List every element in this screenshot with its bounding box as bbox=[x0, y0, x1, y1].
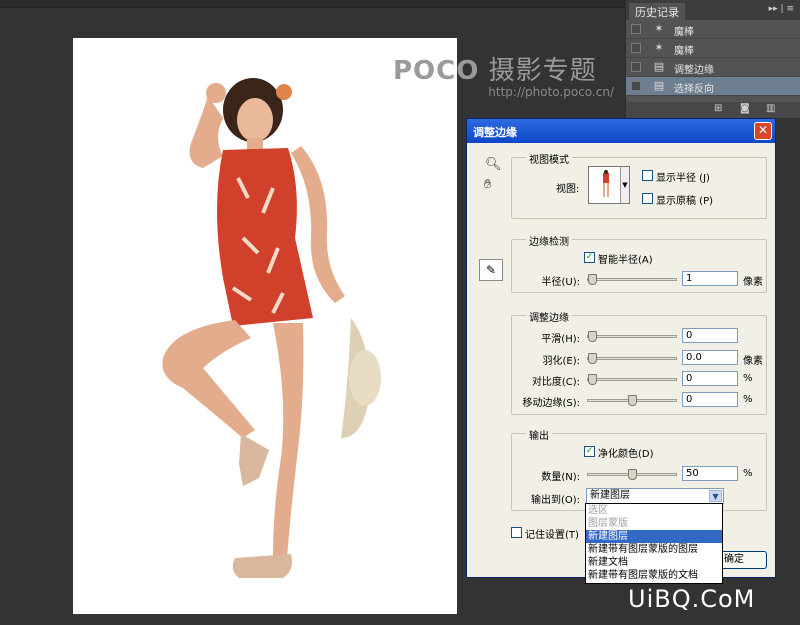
contrast-label: 对比度(C): bbox=[531, 377, 580, 388]
dialog-titlebar[interactable]: 调整边缘 ✕ bbox=[467, 119, 775, 143]
amount-label: 数量(N): bbox=[541, 472, 580, 483]
view-mode-group: 视图模式 视图: ▼ 显示半径 (J) 显示原稿 (P) bbox=[511, 151, 767, 219]
site-logo: UiBQ.CoM bbox=[628, 585, 756, 613]
shift-edge-unit: % bbox=[743, 394, 753, 405]
document-icon: ▤ bbox=[653, 60, 665, 73]
snapshot-checkbox[interactable] bbox=[631, 24, 641, 34]
snapshot-checkbox[interactable] bbox=[631, 81, 641, 91]
zoom-icon[interactable]: 🔍︎ bbox=[485, 157, 502, 172]
dialog-title: 调整边缘 bbox=[473, 126, 517, 139]
contrast-slider[interactable] bbox=[587, 374, 677, 386]
view-mode-title: 视图模式 bbox=[526, 151, 572, 166]
output-to-value: 新建图层 bbox=[590, 490, 630, 501]
close-icon[interactable]: ✕ bbox=[754, 122, 772, 140]
history-item[interactable]: ✶ 魔棒 bbox=[626, 39, 800, 58]
remember-settings-label: 记住设置(T) bbox=[525, 530, 579, 541]
document-icon: ▤ bbox=[653, 79, 665, 92]
show-original-label: 显示原稿 (P) bbox=[656, 196, 714, 207]
slider-thumb[interactable] bbox=[588, 374, 597, 385]
decontaminate-label: 净化颜色(D) bbox=[598, 449, 654, 460]
adjust-edge-group: 调整边缘 平滑(H): 0 羽化(E): 0.0 像素 对比度(C): 0 % … bbox=[511, 309, 767, 415]
view-label: 视图: bbox=[556, 184, 580, 195]
amount-slider[interactable] bbox=[587, 469, 677, 481]
show-original-checkbox[interactable] bbox=[642, 193, 653, 204]
amount-input[interactable]: 50 bbox=[682, 466, 738, 481]
option-new-layer[interactable]: 新建图层 bbox=[586, 530, 722, 543]
photo-woman-red-dress bbox=[162, 78, 381, 578]
slider-thumb[interactable] bbox=[588, 274, 597, 285]
slider-thumb[interactable] bbox=[588, 353, 597, 364]
history-panel: 历史记录 ▸▸ | ≡ ✶ 魔棒 ✶ 魔棒 ▤ 调整边缘 ▤ 选择反向 ⊞ ◙ … bbox=[625, 0, 800, 118]
show-radius-checkbox[interactable] bbox=[642, 170, 653, 181]
shift-edge-label: 移动边缘(S): bbox=[522, 398, 580, 409]
magic-wand-icon: ✶ bbox=[654, 22, 664, 35]
smart-radius-checkbox[interactable]: ✓ bbox=[584, 252, 595, 263]
refine-radius-brush-icon[interactable]: ✎ bbox=[479, 259, 503, 281]
edge-detection-title: 边缘检测 bbox=[526, 233, 572, 248]
feather-input[interactable]: 0.0 bbox=[682, 350, 738, 365]
history-item[interactable]: ✶ 魔棒 bbox=[626, 20, 800, 39]
hand-icon[interactable]: ✋︎ bbox=[484, 177, 491, 192]
watermark-brand: POCO 摄影专题 bbox=[393, 56, 597, 86]
tab-history[interactable]: 历史记录 bbox=[629, 3, 685, 20]
camera-icon[interactable]: ◙ bbox=[740, 103, 750, 114]
feather-slider[interactable] bbox=[587, 353, 677, 365]
radius-label: 半径(U): bbox=[541, 277, 581, 288]
watermark-url: http://photo.poco.cn/ bbox=[488, 85, 614, 99]
option-new-document-with-mask[interactable]: 新建带有图层蒙版的文档 bbox=[586, 569, 722, 582]
option-new-layer-with-mask[interactable]: 新建带有图层蒙版的图层 bbox=[586, 543, 722, 556]
new-document-icon[interactable]: ⊞ bbox=[714, 103, 722, 114]
watermark: POCO 摄影专题 http://photo.poco.cn/ bbox=[393, 50, 618, 99]
history-footer: ⊞ ◙ ▥ bbox=[626, 102, 800, 118]
smooth-slider[interactable] bbox=[587, 331, 677, 343]
history-item-label: 选择反向 bbox=[674, 84, 714, 95]
radius-slider[interactable] bbox=[587, 274, 677, 286]
feather-unit: 像素 bbox=[743, 356, 763, 367]
output-group: 输出 ✓ 净化颜色(D) 数量(N): 50 % 输出到(O): 新建图层 ▼ bbox=[511, 427, 767, 511]
snapshot-checkbox[interactable] bbox=[631, 62, 641, 72]
slider-thumb[interactable] bbox=[628, 469, 637, 480]
output-to-select[interactable]: 新建图层 ▼ bbox=[586, 488, 724, 504]
shift-edge-input[interactable]: 0 bbox=[682, 392, 738, 407]
contrast-input[interactable]: 0 bbox=[682, 371, 738, 386]
output-to-dropdown-list: 选区 图层蒙版 新建图层 新建带有图层蒙版的图层 新建文档 新建带有图层蒙版的文… bbox=[585, 503, 723, 584]
slider-thumb[interactable] bbox=[588, 331, 597, 342]
decontaminate-checkbox[interactable]: ✓ bbox=[584, 446, 595, 457]
amount-unit: % bbox=[743, 468, 753, 479]
edge-detection-group: 边缘检测 ✓ 智能半径(A) 半径(U): 1 像素 bbox=[511, 233, 767, 293]
slider-thumb[interactable] bbox=[628, 395, 637, 406]
adjust-edge-title: 调整边缘 bbox=[526, 309, 572, 324]
document-canvas[interactable] bbox=[73, 38, 457, 614]
chevron-down-icon[interactable]: ▼ bbox=[709, 490, 722, 502]
snapshot-checkbox[interactable] bbox=[631, 43, 641, 53]
history-item-selected[interactable]: ▤ 选择反向 bbox=[626, 77, 800, 96]
feather-label: 羽化(E): bbox=[542, 356, 581, 367]
history-item[interactable]: ▤ 调整边缘 bbox=[626, 58, 800, 77]
smooth-input[interactable]: 0 bbox=[682, 328, 738, 343]
radius-unit: 像素 bbox=[743, 277, 763, 288]
radius-input[interactable]: 1 bbox=[682, 271, 738, 286]
history-item-label: 魔棒 bbox=[674, 46, 694, 57]
history-item-label: 调整边缘 bbox=[674, 65, 714, 76]
output-to-label: 输出到(O): bbox=[530, 495, 580, 506]
output-title: 输出 bbox=[526, 427, 552, 442]
contrast-unit: % bbox=[743, 373, 753, 384]
panel-menu-icon[interactable]: ▸▸ | ≡ bbox=[769, 4, 794, 14]
magic-wand-icon: ✶ bbox=[654, 41, 664, 54]
option-new-document[interactable]: 新建文档 bbox=[586, 556, 722, 569]
shift-edge-slider[interactable] bbox=[587, 395, 677, 407]
history-tabbar: 历史记录 ▸▸ | ≡ bbox=[626, 0, 800, 20]
remember-settings-checkbox[interactable] bbox=[511, 527, 522, 538]
option-selection: 选区 bbox=[588, 505, 608, 516]
view-preview-image bbox=[591, 169, 621, 201]
show-radius-label: 显示半径 (J) bbox=[656, 173, 710, 184]
smooth-label: 平滑(H): bbox=[541, 334, 580, 345]
trash-icon[interactable]: ▥ bbox=[766, 103, 775, 114]
view-thumbnail-selector[interactable]: ▼ bbox=[588, 166, 630, 204]
history-item-label: 魔棒 bbox=[674, 27, 694, 38]
option-layer-mask: 图层蒙版 bbox=[588, 518, 628, 529]
smart-radius-label: 智能半径(A) bbox=[598, 255, 653, 266]
chevron-down-icon[interactable]: ▼ bbox=[620, 167, 629, 203]
